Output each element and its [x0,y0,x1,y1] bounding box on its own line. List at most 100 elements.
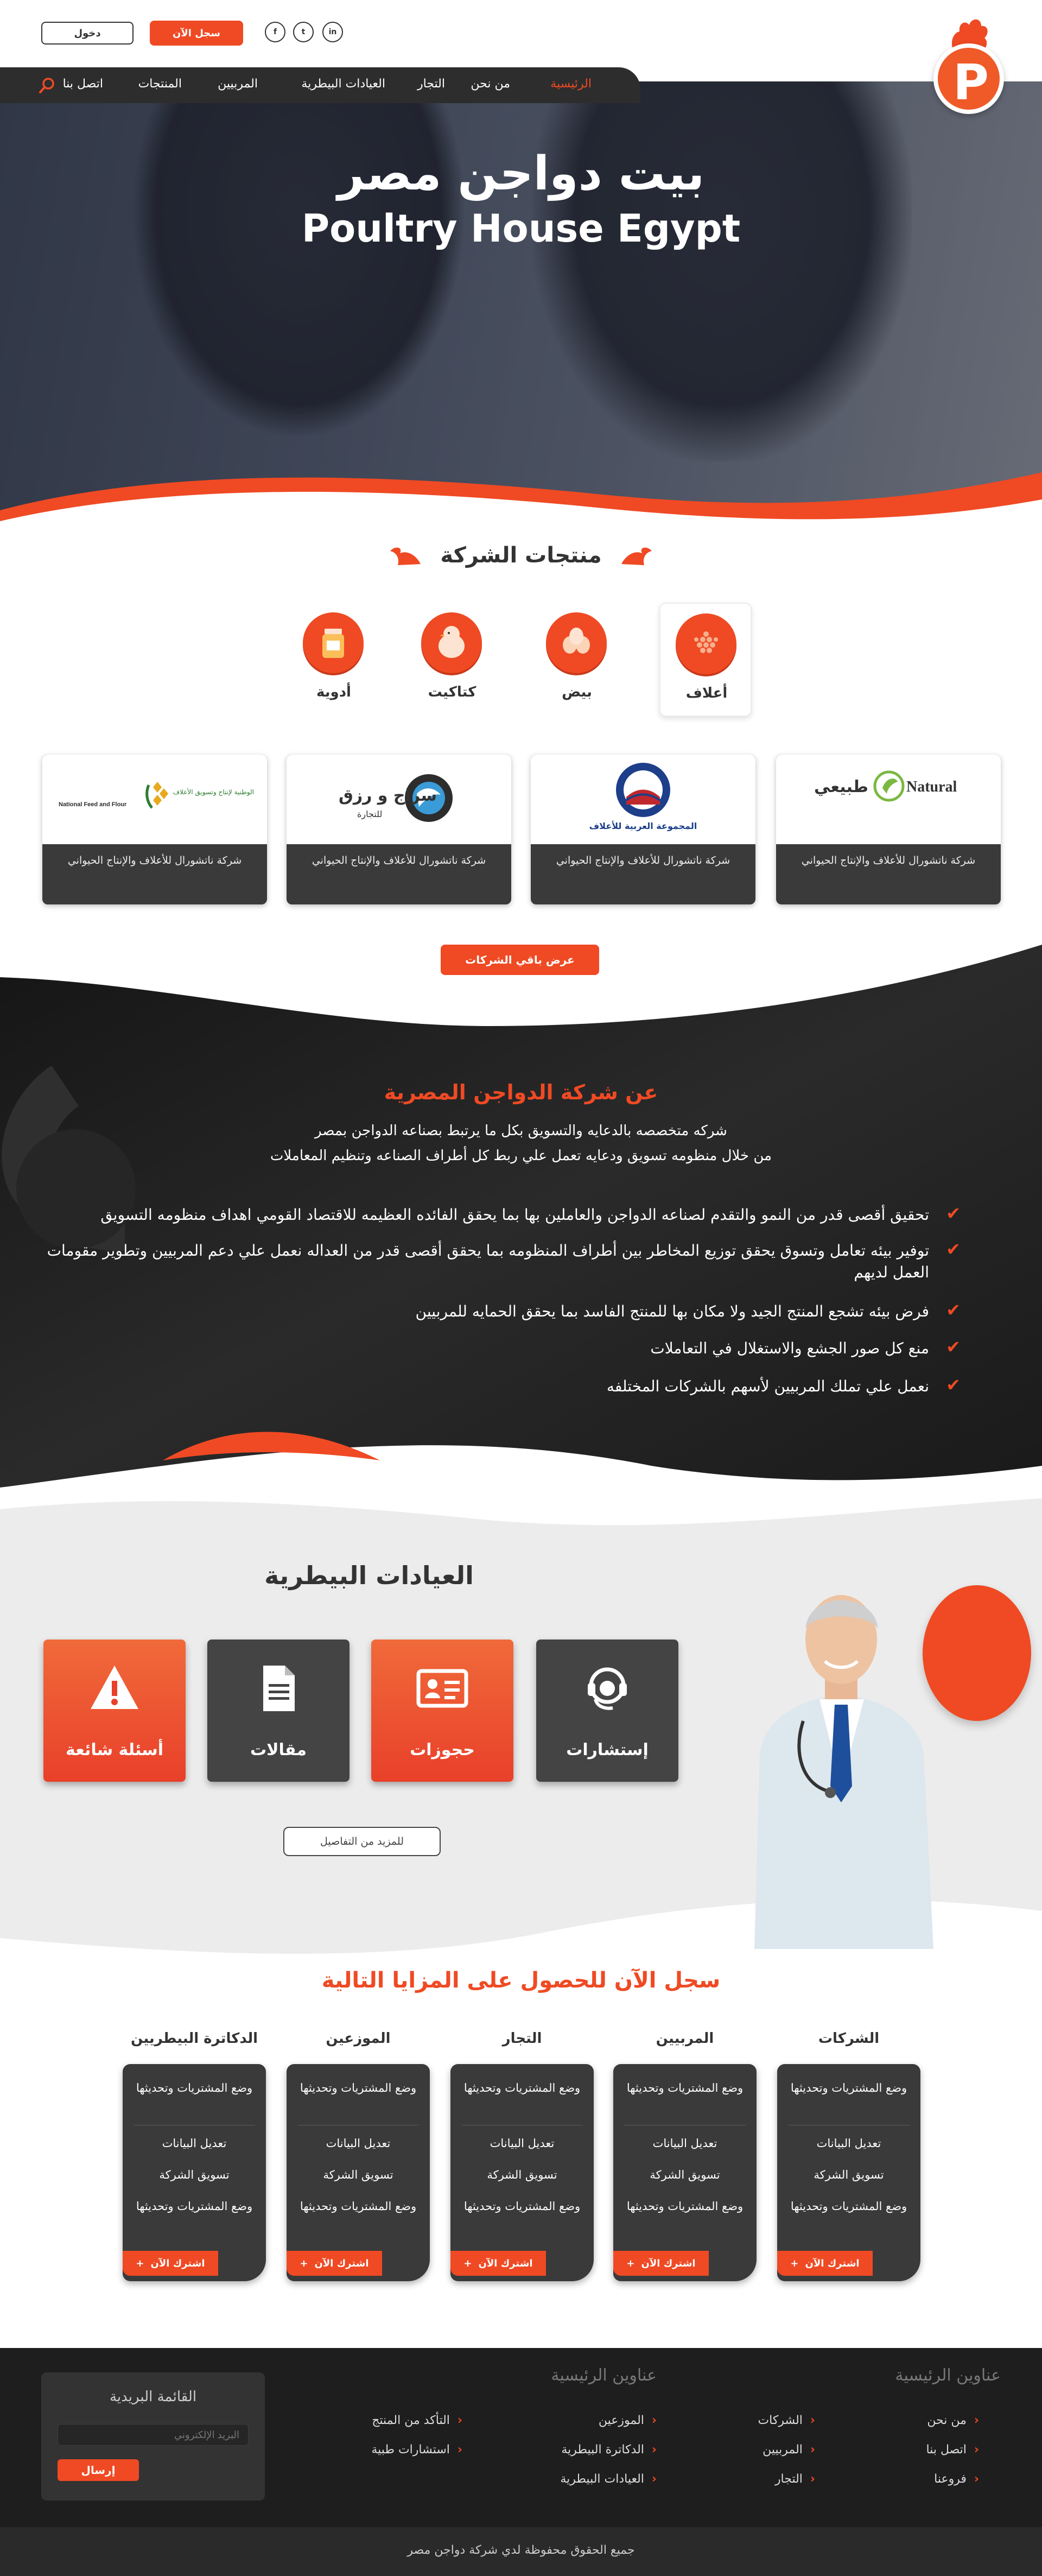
page: دخول سجل الآن f t in P الرئيسية من نحن ا… [0,0,1042,2576]
company-card[interactable]: National Feed and Flour الوطنية لإنتاج و… [42,755,267,904]
chevron-left-icon: ‹ [457,2443,462,2457]
vet-more-button[interactable]: للمزيد من التفاصيل [283,1827,441,1856]
about-lead-1: شركه متخصصه بالدعايه والتسويق بكل ما يرت… [315,1123,727,1139]
nav-item-vet-clinics[interactable]: العيادات البيطرية [301,77,385,91]
about-point: ✔ تحقيق أقصى قدر من النمو والتقدم لصناعه… [100,1203,961,1224]
subscribe-button[interactable]: اشترك الآن + [450,2251,546,2276]
chick-icon [421,612,482,673]
footer-link[interactable]: ‹ اتصل بنا [926,2443,979,2457]
vet-card-label: أسئلة شائعة [65,1740,164,1759]
main-nav: الرئيسية من نحن التجار العيادات البيطرية… [0,67,640,103]
category-medicine[interactable]: أدوية [288,603,380,717]
leaf-left-icon [621,547,652,565]
medicine-icon [303,612,364,673]
chevron-left-icon: ‹ [974,2472,979,2486]
chevron-left-icon: ‹ [974,2443,979,2457]
products-title-text: منتجات الشركة [440,543,602,568]
nav-item-traders[interactable]: التجار [417,77,445,91]
footer-link[interactable]: ‹ الموزعين [599,2414,657,2427]
newsletter-send-button[interactable]: إرسال [58,2459,139,2481]
linkedin-icon[interactable]: in [322,22,343,42]
plan-card: وضع المشتريات وتحديثها تعديل البيانات تس… [287,2064,430,2281]
footer-link[interactable]: ‹ التأكد من المنتج [372,2414,462,2427]
plan-card: وضع المشتريات وتحديثها تعديل البيانات تس… [613,2064,757,2281]
company-card[interactable]: سراج و رزق للتجارة شركة ناتشورال للأعلاف… [287,755,511,904]
about-title: عن شركة الدواجن المصرية [384,1080,658,1104]
footer-link[interactable]: ‹ المربيين [763,2443,815,2457]
footer-link[interactable]: ‹ من نحن [927,2414,979,2427]
category-label: كتاكيت [428,684,476,700]
newsletter-box: القائمة البريدية إرسال [41,2372,265,2501]
plan-traders: التجار وضع المشتريات وتحديثها تعديل البي… [450,2030,594,2286]
subscribe-button[interactable]: اشترك الآن + [613,2251,709,2276]
footer-heading: عناوين الرئيسية [551,2366,657,2385]
vet-title: العيادات البيطرية [264,1561,474,1590]
twitter-icon[interactable]: t [293,22,314,42]
chevron-left-icon: ‹ [651,2414,657,2427]
plan-vets: الدكاترة البيطريين وضع المشتريات وتحديثه… [123,2030,266,2286]
company-card[interactable]: المجموعة العربية للأعلاف شركة ناتشورال ل… [531,755,755,904]
plan-heading: الشركات [818,2030,880,2047]
vet-card-label: إستشارات [566,1740,649,1759]
logo-letter: P [953,54,989,111]
leaf-right-icon [390,547,421,565]
chevron-left-icon: ‹ [810,2472,815,2486]
chevron-left-icon: ‹ [810,2443,815,2457]
category-eggs[interactable]: بيض [531,603,623,717]
about-point: ✔ نعمل علي تملك المربيين لأسهم بالشركات … [606,1375,961,1395]
plan-heading: الدكاترة البيطريين [130,2030,258,2047]
footer-link[interactable]: ‹ العيادات البيطرية [560,2472,657,2486]
site-logo[interactable]: P [933,16,1004,114]
newsletter-email-input[interactable] [58,2424,249,2446]
more-companies-button[interactable]: عرض باقي الشركات [441,945,599,975]
plan-heading: التجار [502,2030,542,2047]
copyright-text: جميع الحقوق محفوظة لدي شركة دواجن مصر [407,2543,635,2557]
doctor-image [754,1595,933,1949]
nav-item-contact[interactable]: اتصل بنا [63,77,103,91]
chevron-left-icon: ‹ [651,2472,657,2486]
company-description: شركة ناتشورال للأعلاف والإنتاج الحيواني [801,855,976,866]
category-feed[interactable]: أعلاف [659,603,752,717]
top-bar: دخول سجل الآن f t in [0,0,1042,65]
company-logo-seraj-rizk: سراج و رزق للتجارة [287,755,511,844]
subscribe-button[interactable]: اشترك الآن + [123,2251,218,2276]
chevron-left-icon: ‹ [651,2443,657,2457]
eggs-icon [546,612,607,673]
facebook-icon[interactable]: f [265,22,285,42]
footer-link[interactable]: ‹ الدكاترة البيطرية [561,2443,657,2457]
chevron-left-icon: ‹ [457,2414,462,2427]
company-logo-national-feed: National Feed and Flour الوطنية لإنتاج و… [42,755,267,844]
about-point: ✔ منع كل صور الجشع والاستغلال في التعامل… [650,1337,961,1357]
category-chicks[interactable]: كتاكيت [406,603,498,717]
subscribe-button[interactable]: اشترك الآن + [777,2251,873,2276]
vet-card-label: مقالات [250,1740,307,1759]
nav-item-products[interactable]: المنتجات [138,77,182,91]
footer-link[interactable]: ‹ فروعنا [934,2472,979,2486]
vet-card-consultations[interactable]: إستشارات [536,1640,678,1782]
footer-link[interactable]: ‹ الشركات [758,2414,815,2427]
vet-card-label: حجوزات [410,1740,475,1759]
company-card[interactable]: Natural طبيعي شركة ناتشورال للأعلاف والإ… [776,755,1001,904]
company-logo-natural: Natural طبيعي [776,755,1001,844]
footer-link[interactable]: ‹ استشارات طبية [371,2443,462,2457]
plan-distributors: الموزعين وضع المشتريات وتحديثها تعديل ال… [287,2030,430,2286]
nav-item-home[interactable]: الرئيسية [550,77,592,91]
vet-card-articles[interactable]: مقالات [207,1640,350,1782]
subscribe-button[interactable]: اشترك الآن + [287,2251,382,2276]
vet-card-faq[interactable]: أسئلة شائعة [43,1640,186,1782]
nav-item-about[interactable]: من نحن [471,77,510,91]
login-button[interactable]: دخول [41,22,134,45]
category-label: أعلاف [685,685,728,701]
company-description: شركة ناتشورال للأعلاف والإنتاج الحيواني [312,855,486,866]
vet-card-bookings[interactable]: حجوزات [371,1640,513,1782]
footer-heading: عناوين الرئيسية [895,2366,1001,2385]
nav-item-breeders[interactable]: المربيين [218,77,258,91]
about-point: ✔ توفير بيئه تعامل وتسوق يحقق توزيع المخ… [47,1239,961,1281]
plan-card: وضع المشتريات وتحديثها تعديل البيانات تس… [450,2064,594,2281]
hero-title-arabic: بيت دواجن مصر [337,147,705,201]
register-button[interactable]: سجل الآن [150,21,243,46]
footer-link[interactable]: ‹ التجار [775,2472,815,2486]
copyright-bar: جميع الحقوق محفوظة لدي شركة دواجن مصر [0,2527,1042,2576]
chevron-left-icon: ‹ [810,2414,815,2427]
search-icon[interactable] [38,76,56,94]
